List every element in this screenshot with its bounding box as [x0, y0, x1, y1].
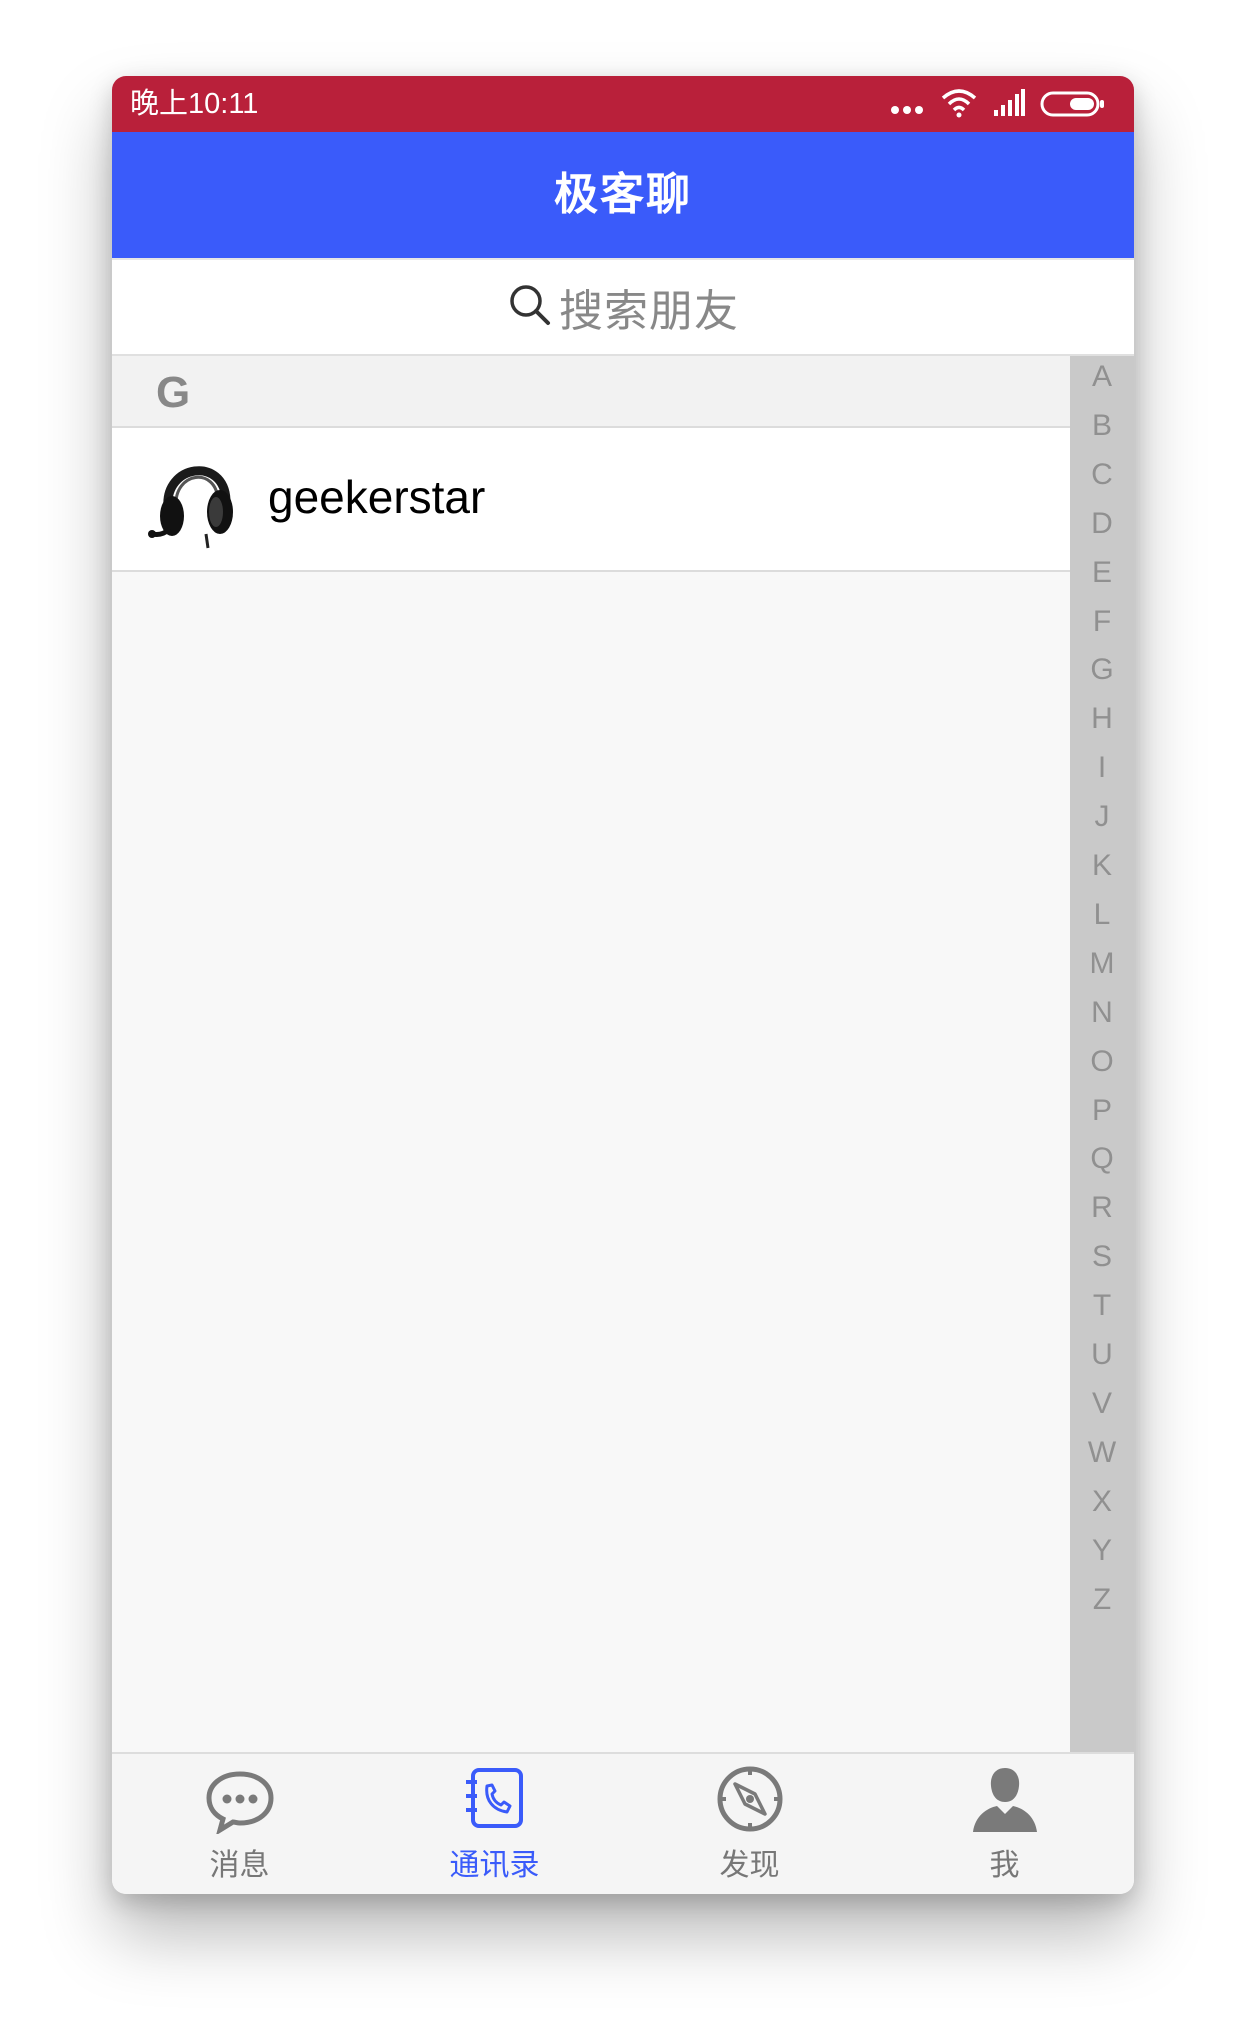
index-letter[interactable]: C	[1070, 458, 1134, 492]
index-letter[interactable]: E	[1070, 556, 1134, 590]
index-letter[interactable]: G	[1070, 653, 1134, 687]
index-letter[interactable]: J	[1070, 800, 1134, 834]
section-letter: G	[156, 368, 191, 417]
index-letter[interactable]: P	[1070, 1094, 1134, 1128]
section-header-g: G	[112, 356, 1070, 428]
signal-icon	[992, 88, 1026, 122]
index-letter[interactable]: B	[1070, 409, 1134, 443]
search-icon	[507, 282, 559, 332]
index-letter[interactable]: T	[1070, 1289, 1134, 1323]
tab-label: 通讯录	[449, 1848, 540, 1883]
index-letter[interactable]: S	[1070, 1240, 1134, 1274]
index-letter[interactable]: L	[1070, 898, 1134, 932]
tab-bar: 消息 通讯录 发现 我	[112, 1752, 1134, 1894]
more-dots-icon	[890, 100, 924, 119]
nav-bar: 极客聊	[112, 132, 1134, 258]
tab-discover[interactable]: 发现	[622, 1754, 877, 1894]
index-letter[interactable]: V	[1070, 1387, 1134, 1421]
battery-icon	[1040, 90, 1106, 122]
index-letter[interactable]: U	[1070, 1338, 1134, 1372]
index-letter[interactable]: Z	[1070, 1583, 1134, 1617]
contact-row[interactable]: geekerstar	[112, 428, 1070, 572]
index-letter[interactable]: I	[1070, 751, 1134, 785]
index-letter[interactable]: O	[1070, 1045, 1134, 1079]
tab-label: 发现	[719, 1848, 780, 1883]
headphones-icon	[146, 450, 242, 550]
status-bar: 晚上10:11	[112, 76, 1134, 132]
tab-messages[interactable]: 消息	[112, 1754, 367, 1894]
index-letter[interactable]: D	[1070, 507, 1134, 541]
status-icons	[890, 84, 1120, 124]
index-letter[interactable]: K	[1070, 849, 1134, 883]
search-bar[interactable]: 搜索朋友	[112, 258, 1134, 356]
index-letter[interactable]: F	[1070, 605, 1134, 639]
index-letter[interactable]: H	[1070, 702, 1134, 736]
index-letter[interactable]: W	[1070, 1436, 1134, 1470]
index-letter[interactable]: Q	[1070, 1142, 1134, 1176]
index-letter[interactable]: A	[1070, 360, 1134, 394]
index-letter[interactable]: M	[1070, 947, 1134, 981]
tab-label: 我	[989, 1848, 1020, 1883]
wifi-icon	[940, 86, 978, 122]
page-title: 极客聊	[554, 169, 692, 220]
tab-contacts[interactable]: 通讯录	[367, 1754, 622, 1894]
index-letter[interactable]: X	[1070, 1485, 1134, 1519]
alphabet-index-bar[interactable]: ABCDEFGHIJKLMNOPQRSTUVWXYZ	[1070, 356, 1134, 1752]
index-letter[interactable]: R	[1070, 1191, 1134, 1225]
contact-name: geekerstar	[268, 471, 486, 523]
tab-me[interactable]: 我	[877, 1754, 1132, 1894]
index-letter[interactable]: N	[1070, 996, 1134, 1030]
status-time: 晚上10:11	[130, 88, 259, 120]
tab-label: 消息	[209, 1848, 270, 1883]
index-letter[interactable]: Y	[1070, 1534, 1134, 1568]
phone-screen: 晚上10:11 极客聊 搜索朋友 G geekerstar A B C D E …	[112, 76, 1134, 1894]
search-input[interactable]: 搜索朋友	[559, 275, 739, 339]
